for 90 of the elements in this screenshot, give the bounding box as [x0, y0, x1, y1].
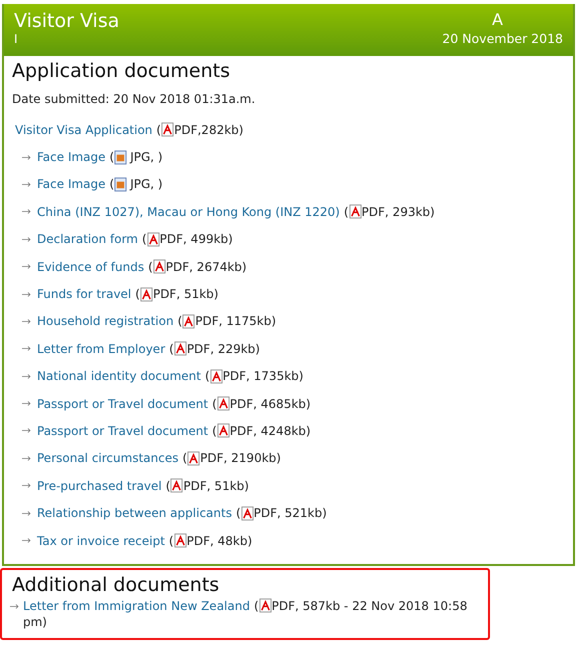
file-info: PDF, 229kb) [186, 342, 260, 356]
document-link[interactable]: Funds for travel [37, 287, 132, 302]
file-info: JPG, ) [130, 150, 163, 164]
file-info: ( [148, 260, 153, 274]
pdf-file-icon [174, 533, 187, 548]
file-info: ( [212, 396, 217, 411]
document-link[interactable]: Pre-purchased travel [37, 478, 162, 493]
file-info: PDF, 499kb) [160, 232, 233, 246]
pdf-file-icon [240, 506, 254, 521]
arrow-icon [22, 483, 31, 488]
arrow-icon [22, 264, 31, 270]
file-info: PDF, 2674kb) [166, 260, 247, 274]
file-info: PDF, 4685kb) [230, 396, 311, 411]
pdf-file-icon [152, 259, 166, 274]
file-info: ( [212, 424, 217, 438]
file-info: PDF, 521kb) [254, 506, 327, 520]
applicant-name: A [492, 10, 503, 29]
file-info: ( [182, 451, 188, 466]
arrow-icon [22, 318, 31, 324]
file-info: ( [156, 122, 162, 137]
document-link[interactable]: National identity document [37, 369, 201, 384]
date-submitted: Date submitted: 20 Nov 2018 01:31a.m. [12, 92, 256, 106]
file-info: ( [169, 342, 174, 356]
image-file-icon [114, 176, 128, 192]
document-link[interactable]: Passport or Travel document [37, 424, 208, 438]
arrow-icon [22, 401, 31, 406]
document-link[interactable]: Personal circumstances [37, 451, 178, 466]
document-link[interactable]: Letter from Employer [37, 342, 166, 356]
file-info: ( [236, 506, 241, 520]
pdf-file-icon [161, 122, 174, 138]
arrow-icon [22, 154, 31, 160]
arrow-icon [22, 236, 31, 242]
pdf-file-icon [216, 423, 230, 438]
arrow-icon [22, 510, 31, 516]
file-info: ( [344, 204, 349, 219]
pdf-file-icon [146, 232, 160, 247]
file-info: ( [135, 287, 140, 302]
document-link[interactable]: Face Image [37, 150, 106, 164]
file-info: PDF, 48kb) [186, 534, 252, 548]
file-info: ( [168, 534, 174, 548]
document-link[interactable]: Declaration form [37, 232, 138, 246]
document-link[interactable]: Letter from Immigration New Zealand [23, 599, 250, 613]
pdf-file-icon [216, 396, 230, 412]
file-info: PDF, 4248kb) [230, 424, 311, 438]
pdf-file-icon [348, 204, 362, 220]
file-info: ( [166, 478, 170, 493]
document-link[interactable]: Passport or Travel document [37, 396, 208, 411]
pdf-file-icon [140, 286, 153, 302]
file-info: PDF, 2190kb) [200, 451, 281, 466]
arrow-icon [22, 374, 31, 379]
pdf-file-icon [170, 478, 184, 494]
pdf-file-icon [258, 598, 272, 613]
file-info: ( [142, 232, 147, 246]
arrow-icon [22, 209, 31, 214]
file-info: PDF,282kb) [174, 122, 244, 137]
section-heading: Additional documents [12, 574, 220, 596]
file-info: ( [110, 177, 114, 192]
arrow-icon [22, 346, 31, 352]
image-file-icon [114, 150, 128, 165]
document-link[interactable]: China (INZ 1027), Macau or Hong Kong (INZ 1220) [37, 204, 340, 219]
document-link[interactable]: Face Image [37, 177, 106, 192]
file-info: JPG, ) [130, 177, 163, 192]
arrow-icon [22, 182, 31, 187]
arrow-icon [22, 456, 31, 461]
document-link[interactable]: Evidence of funds [37, 260, 144, 274]
file-info: ( [110, 150, 114, 164]
arrow-icon [22, 292, 31, 297]
document-link[interactable]: Household registration [37, 314, 174, 328]
arrow-icon [22, 428, 31, 434]
pdf-file-icon [210, 368, 223, 384]
file-info: PDF, 1735kb) [222, 369, 304, 384]
file-info: PDF, 1175kb) [195, 314, 276, 328]
pdf-file-icon [174, 341, 187, 356]
page-title: Visitor Visa [14, 10, 120, 32]
header-date: 20 November 2018 [442, 31, 563, 46]
applicant-initial: I [14, 32, 19, 46]
section-heading: Application documents [12, 60, 231, 82]
file-info: ( [204, 369, 210, 384]
document-link[interactable]: Visitor Visa Application [15, 122, 152, 137]
file-info: ( [178, 314, 182, 328]
arrow-icon [10, 604, 19, 609]
document-link[interactable]: Relationship between applicants [37, 506, 232, 520]
file-info: PDF, 293kb) [362, 204, 435, 219]
arrow-icon [22, 538, 31, 544]
pdf-file-icon [187, 450, 200, 466]
document-entry: Letter from Immigration New Zealand ( PDF, 587kb - 22 Nov 2018 10:58 pm) [23, 598, 468, 630]
document-link[interactable]: Tax or invoice receipt [37, 534, 165, 548]
pdf-file-icon [182, 314, 196, 329]
file-info: PDF, 51kb) [152, 287, 218, 302]
file-info: PDF, 51kb) [183, 478, 249, 493]
